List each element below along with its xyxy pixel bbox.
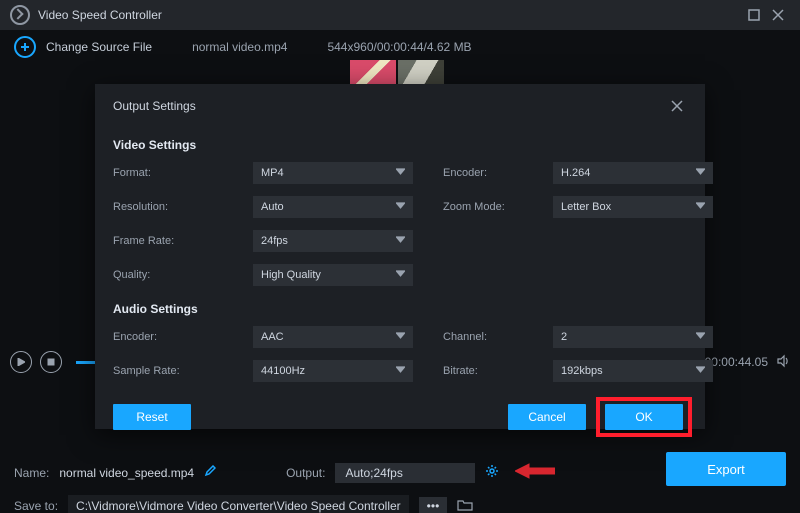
browse-path-button[interactable]: ••• <box>419 497 448 513</box>
play-button[interactable] <box>10 351 32 373</box>
bitrate-select[interactable]: 192kbps <box>553 360 713 382</box>
window-close-button[interactable] <box>766 3 790 27</box>
aencoder-select[interactable]: AAC <box>253 326 413 348</box>
chevron-down-icon <box>396 201 405 213</box>
aencoder-value: AAC <box>261 331 284 343</box>
chevron-down-icon <box>396 269 405 281</box>
samplerate-value: 44100Hz <box>261 365 305 377</box>
reset-label: Reset <box>136 410 167 424</box>
chevron-down-icon <box>396 331 405 343</box>
title-bar: Video Speed Controller <box>0 0 800 30</box>
add-source-icon[interactable] <box>14 36 36 58</box>
source-bar: Change Source File normal video.mp4 544x… <box>0 30 800 64</box>
quality-select[interactable]: High Quality <box>253 264 413 286</box>
framerate-label: Frame Rate: <box>113 235 223 247</box>
saveto-label: Save to: <box>14 499 58 513</box>
cancel-label: Cancel <box>528 410 565 424</box>
source-filename: normal video.mp4 <box>192 40 287 54</box>
output-settings-dialog: Output Settings Video Settings Format: M… <box>95 84 705 429</box>
chevron-down-icon <box>696 201 705 213</box>
chevron-down-icon <box>696 167 705 179</box>
channel-value: 2 <box>561 331 567 343</box>
window-maximize-button[interactable] <box>742 3 766 27</box>
player-time: 00:00:44.05 <box>705 355 768 369</box>
format-label: Format: <box>113 167 223 179</box>
output-label: Output: <box>286 466 325 480</box>
samplerate-label: Sample Rate: <box>113 365 223 377</box>
name-label: Name: <box>14 466 49 480</box>
resolution-label: Resolution: <box>113 201 223 213</box>
resolution-value: Auto <box>261 201 284 213</box>
encoder-label: Encoder: <box>443 167 523 179</box>
quality-value: High Quality <box>261 269 321 281</box>
zoom-label: Zoom Mode: <box>443 201 523 213</box>
chevron-down-icon <box>696 331 705 343</box>
chevron-down-icon <box>396 235 405 247</box>
dialog-close-button[interactable] <box>667 96 687 116</box>
ok-label: OK <box>635 410 652 424</box>
name-value: normal video_speed.mp4 <box>59 466 194 480</box>
chevron-down-icon <box>396 167 405 179</box>
encoder-select[interactable]: H.264 <box>553 162 713 184</box>
zoom-select[interactable]: Letter Box <box>553 196 713 218</box>
annotation-arrow-icon <box>515 462 555 483</box>
ok-button[interactable]: OK <box>605 404 683 430</box>
audio-settings-heading: Audio Settings <box>113 302 687 316</box>
encoder-value: H.264 <box>561 167 590 179</box>
app-title: Video Speed Controller <box>38 8 162 22</box>
channel-label: Channel: <box>443 331 523 343</box>
edit-name-icon[interactable] <box>204 465 216 480</box>
output-value: Auto;24fps <box>345 466 402 480</box>
volume-icon[interactable] <box>776 354 790 371</box>
output-settings-gear-icon[interactable] <box>485 464 499 481</box>
video-settings-heading: Video Settings <box>113 138 687 152</box>
save-row: Save to: C:\Vidmore\Vidmore Video Conver… <box>14 495 786 513</box>
format-select[interactable]: MP4 <box>253 162 413 184</box>
chevron-down-icon <box>696 365 705 377</box>
format-value: MP4 <box>261 167 284 179</box>
change-source-link[interactable]: Change Source File <box>46 40 152 54</box>
zoom-value: Letter Box <box>561 201 611 213</box>
dialog-title: Output Settings <box>113 99 196 113</box>
name-row: Name: normal video_speed.mp4 Output: Aut… <box>14 462 786 483</box>
aencoder-label: Encoder: <box>113 331 223 343</box>
app-logo-icon <box>10 5 30 25</box>
reset-button[interactable]: Reset <box>113 404 191 430</box>
bitrate-label: Bitrate: <box>443 365 523 377</box>
resolution-select[interactable]: Auto <box>253 196 413 218</box>
framerate-value: 24fps <box>261 235 288 247</box>
framerate-select[interactable]: 24fps <box>253 230 413 252</box>
quality-label: Quality: <box>113 269 223 281</box>
source-meta: 544x960/00:00:44/4.62 MB <box>327 40 471 54</box>
channel-select[interactable]: 2 <box>553 326 713 348</box>
save-path[interactable]: C:\Vidmore\Vidmore Video Converter\Video… <box>68 495 409 513</box>
cancel-button[interactable]: Cancel <box>508 404 586 430</box>
samplerate-select[interactable]: 44100Hz <box>253 360 413 382</box>
ok-highlight: OK <box>596 397 692 437</box>
bitrate-value: 192kbps <box>561 365 603 377</box>
stop-button[interactable] <box>40 351 62 373</box>
output-value-box[interactable]: Auto;24fps <box>335 463 475 483</box>
open-folder-icon[interactable] <box>457 499 473 513</box>
chevron-down-icon <box>396 365 405 377</box>
